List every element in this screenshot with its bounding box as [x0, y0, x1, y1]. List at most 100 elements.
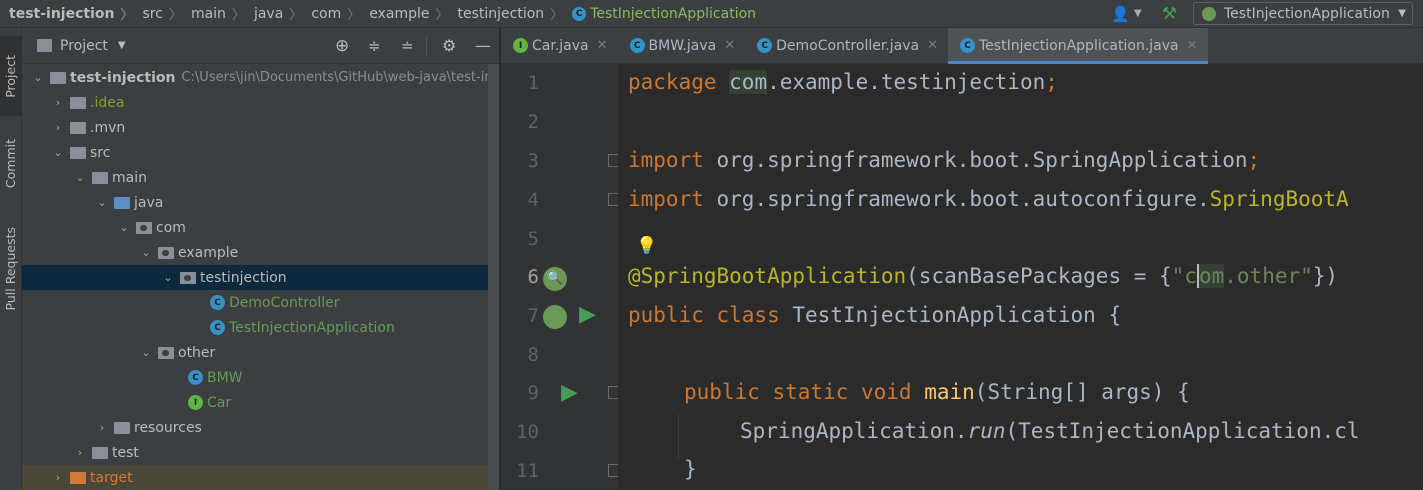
indent-guide — [678, 414, 679, 459]
commit-tool-tab[interactable]: Commit — [0, 124, 21, 204]
collapse-arrow-icon[interactable]: ⌄ — [72, 171, 88, 184]
tree-item-idea[interactable]: › .idea — [22, 90, 499, 115]
locate-target-icon[interactable]: ⊕ — [335, 36, 349, 56]
breadcrumb-class[interactable]: C TestInjectionApplication — [572, 6, 756, 22]
tree-item-mvn[interactable]: › .mvn — [22, 115, 499, 140]
resources-folder-icon — [114, 421, 130, 434]
collapse-arrow-icon[interactable]: ⌄ — [138, 346, 154, 359]
spring-boot-icon — [1202, 6, 1216, 21]
interface-icon: I — [513, 38, 528, 53]
close-icon[interactable]: ✕ — [597, 38, 608, 53]
breadcrumb-example[interactable]: example 〉 — [369, 4, 457, 24]
line-number: 7 — [527, 305, 539, 327]
intention-bulb-icon[interactable]: 💡 — [636, 236, 657, 256]
expand-all-icon[interactable]: ≑ — [368, 37, 381, 55]
editor-tabs: I Car.java ✕ C BMW.java ✕ C DemoControll… — [501, 28, 1423, 64]
expand-arrow-icon[interactable]: › — [50, 96, 66, 109]
tree-label: com — [156, 219, 186, 236]
navigation-bar: test-injection 〉 src 〉 main 〉 java 〉 com 〉 ex… — [0, 0, 1423, 28]
project-tool-tab[interactable]: Project — [0, 36, 21, 116]
collapse-arrow-icon[interactable]: ⌄ — [160, 271, 176, 284]
tree-item-main[interactable]: ⌄ main — [22, 165, 499, 190]
class-icon: C — [210, 295, 225, 310]
tree-label: .mvn — [90, 119, 126, 136]
tree-item-democontroller[interactable]: C DemoController — [22, 290, 499, 315]
line-number: 10 — [516, 421, 539, 443]
breadcrumb-com[interactable]: com 〉 — [311, 4, 369, 24]
breadcrumb-java[interactable]: java 〉 — [254, 4, 311, 24]
collapse-arrow-icon[interactable]: ⌄ — [30, 71, 46, 84]
tree-item-com[interactable]: ⌄ com — [22, 215, 499, 240]
run-main-icon[interactable]: ▶ — [561, 380, 578, 405]
expand-arrow-icon[interactable]: › — [94, 421, 110, 434]
user-icon[interactable]: 👤 — [1111, 5, 1130, 23]
tab-car-java[interactable]: I Car.java ✕ — [501, 28, 618, 63]
project-view-icon — [37, 39, 52, 52]
tree-label: src — [90, 144, 111, 161]
tree-item-target[interactable]: › target — [22, 465, 499, 490]
spring-class-icon: C — [572, 6, 587, 21]
close-icon[interactable]: ✕ — [724, 38, 735, 53]
expand-arrow-icon[interactable]: › — [50, 471, 66, 484]
tree-item-java[interactable]: ⌄ java — [22, 190, 499, 215]
tab-democontroller-java[interactable]: C DemoController.java ✕ — [745, 28, 948, 63]
tree-item-testinjectionapplication[interactable]: C TestInjectionApplication — [22, 315, 499, 340]
collapse-arrow-icon[interactable]: ⌄ — [116, 221, 132, 234]
view-mode-chevron-icon[interactable]: ▼ — [118, 40, 126, 51]
tab-bmw-java[interactable]: C BMW.java ✕ — [618, 28, 746, 63]
pull-requests-tool-tab[interactable]: Pull Requests — [0, 214, 21, 324]
expand-arrow-icon[interactable]: › — [50, 121, 66, 134]
excluded-folder-icon — [70, 471, 86, 484]
tree-root[interactable]: ⌄ test-injection C:\Users\jin\Documents\… — [22, 65, 499, 90]
tree-item-test[interactable]: › test — [22, 440, 499, 465]
tree-label: resources — [134, 419, 202, 436]
code-editor[interactable]: package com.example.testinjection; impor… — [618, 64, 1423, 490]
breadcrumb-testinjection[interactable]: testinjection 〉 — [458, 4, 573, 24]
tree-item-car[interactable]: I Car — [22, 390, 499, 415]
tree-item-testinjection[interactable]: ⌄ testinjection — [22, 265, 499, 290]
run-configuration-label: TestInjectionApplication — [1224, 5, 1390, 22]
folder-icon — [92, 171, 108, 184]
collapse-arrow-icon[interactable]: ⌄ — [50, 146, 66, 159]
collapse-arrow-icon[interactable]: ⌄ — [138, 246, 154, 259]
package-icon — [158, 246, 174, 259]
breadcrumb-main[interactable]: main 〉 — [191, 4, 254, 24]
source-folder-icon — [114, 196, 130, 209]
line-number: 6 — [527, 266, 539, 288]
editor-gutter[interactable]: 1 2 3 4 5 6 7 8 9 10 11 🔍 ▶ ▶ — [501, 64, 621, 490]
breadcrumb-project[interactable]: test-injection 〉 — [9, 4, 142, 24]
expand-arrow-icon[interactable]: › — [72, 446, 88, 459]
collapse-all-icon[interactable]: ≐ — [401, 37, 414, 55]
spring-bean-icon[interactable] — [543, 305, 567, 329]
tree-item-other[interactable]: ⌄ other — [22, 340, 499, 365]
tree-item-resources[interactable]: › resources — [22, 415, 499, 440]
close-icon[interactable]: ✕ — [1187, 38, 1198, 53]
run-icon[interactable]: ▶ — [579, 302, 596, 327]
collapse-arrow-icon[interactable]: ⌄ — [94, 196, 110, 209]
project-scrollbar[interactable] — [488, 64, 499, 490]
spring-bean-icon[interactable]: 🔍 — [543, 267, 567, 291]
tree-label: test — [112, 444, 139, 461]
minimize-icon[interactable]: — — [475, 36, 491, 55]
tree-label: target — [90, 469, 133, 486]
close-icon[interactable]: ✕ — [927, 38, 938, 53]
build-hammer-icon[interactable]: ⚒ — [1162, 4, 1177, 24]
gear-icon[interactable]: ⚙ — [442, 36, 456, 55]
tree-item-example[interactable]: ⌄ example — [22, 240, 499, 265]
tree-label: example — [178, 244, 239, 261]
tree-item-bmw[interactable]: C BMW — [22, 365, 499, 390]
project-panel-header: Project ▼ ⊕ ≑ ≐ ⚙ — — [22, 28, 499, 64]
package-icon — [158, 346, 174, 359]
tree-item-src[interactable]: ⌄ src — [22, 140, 499, 165]
tree-label: BMW — [207, 369, 243, 386]
line-number: 3 — [527, 150, 539, 172]
run-configuration-select[interactable]: TestInjectionApplication ▼ — [1193, 2, 1413, 25]
tab-testinjectionapplication-java[interactable]: C TestInjectionApplication.java ✕ — [948, 28, 1208, 64]
line-number: 5 — [527, 228, 539, 250]
code-line-11: } — [684, 457, 697, 481]
tree-label: other — [178, 344, 216, 361]
project-panel-title[interactable]: Project — [60, 38, 108, 54]
breadcrumb-src[interactable]: src 〉 — [142, 4, 190, 24]
chevron-down-icon[interactable]: ▼ — [1134, 8, 1142, 19]
dropdown-arrow-icon: ▼ — [1398, 8, 1406, 19]
